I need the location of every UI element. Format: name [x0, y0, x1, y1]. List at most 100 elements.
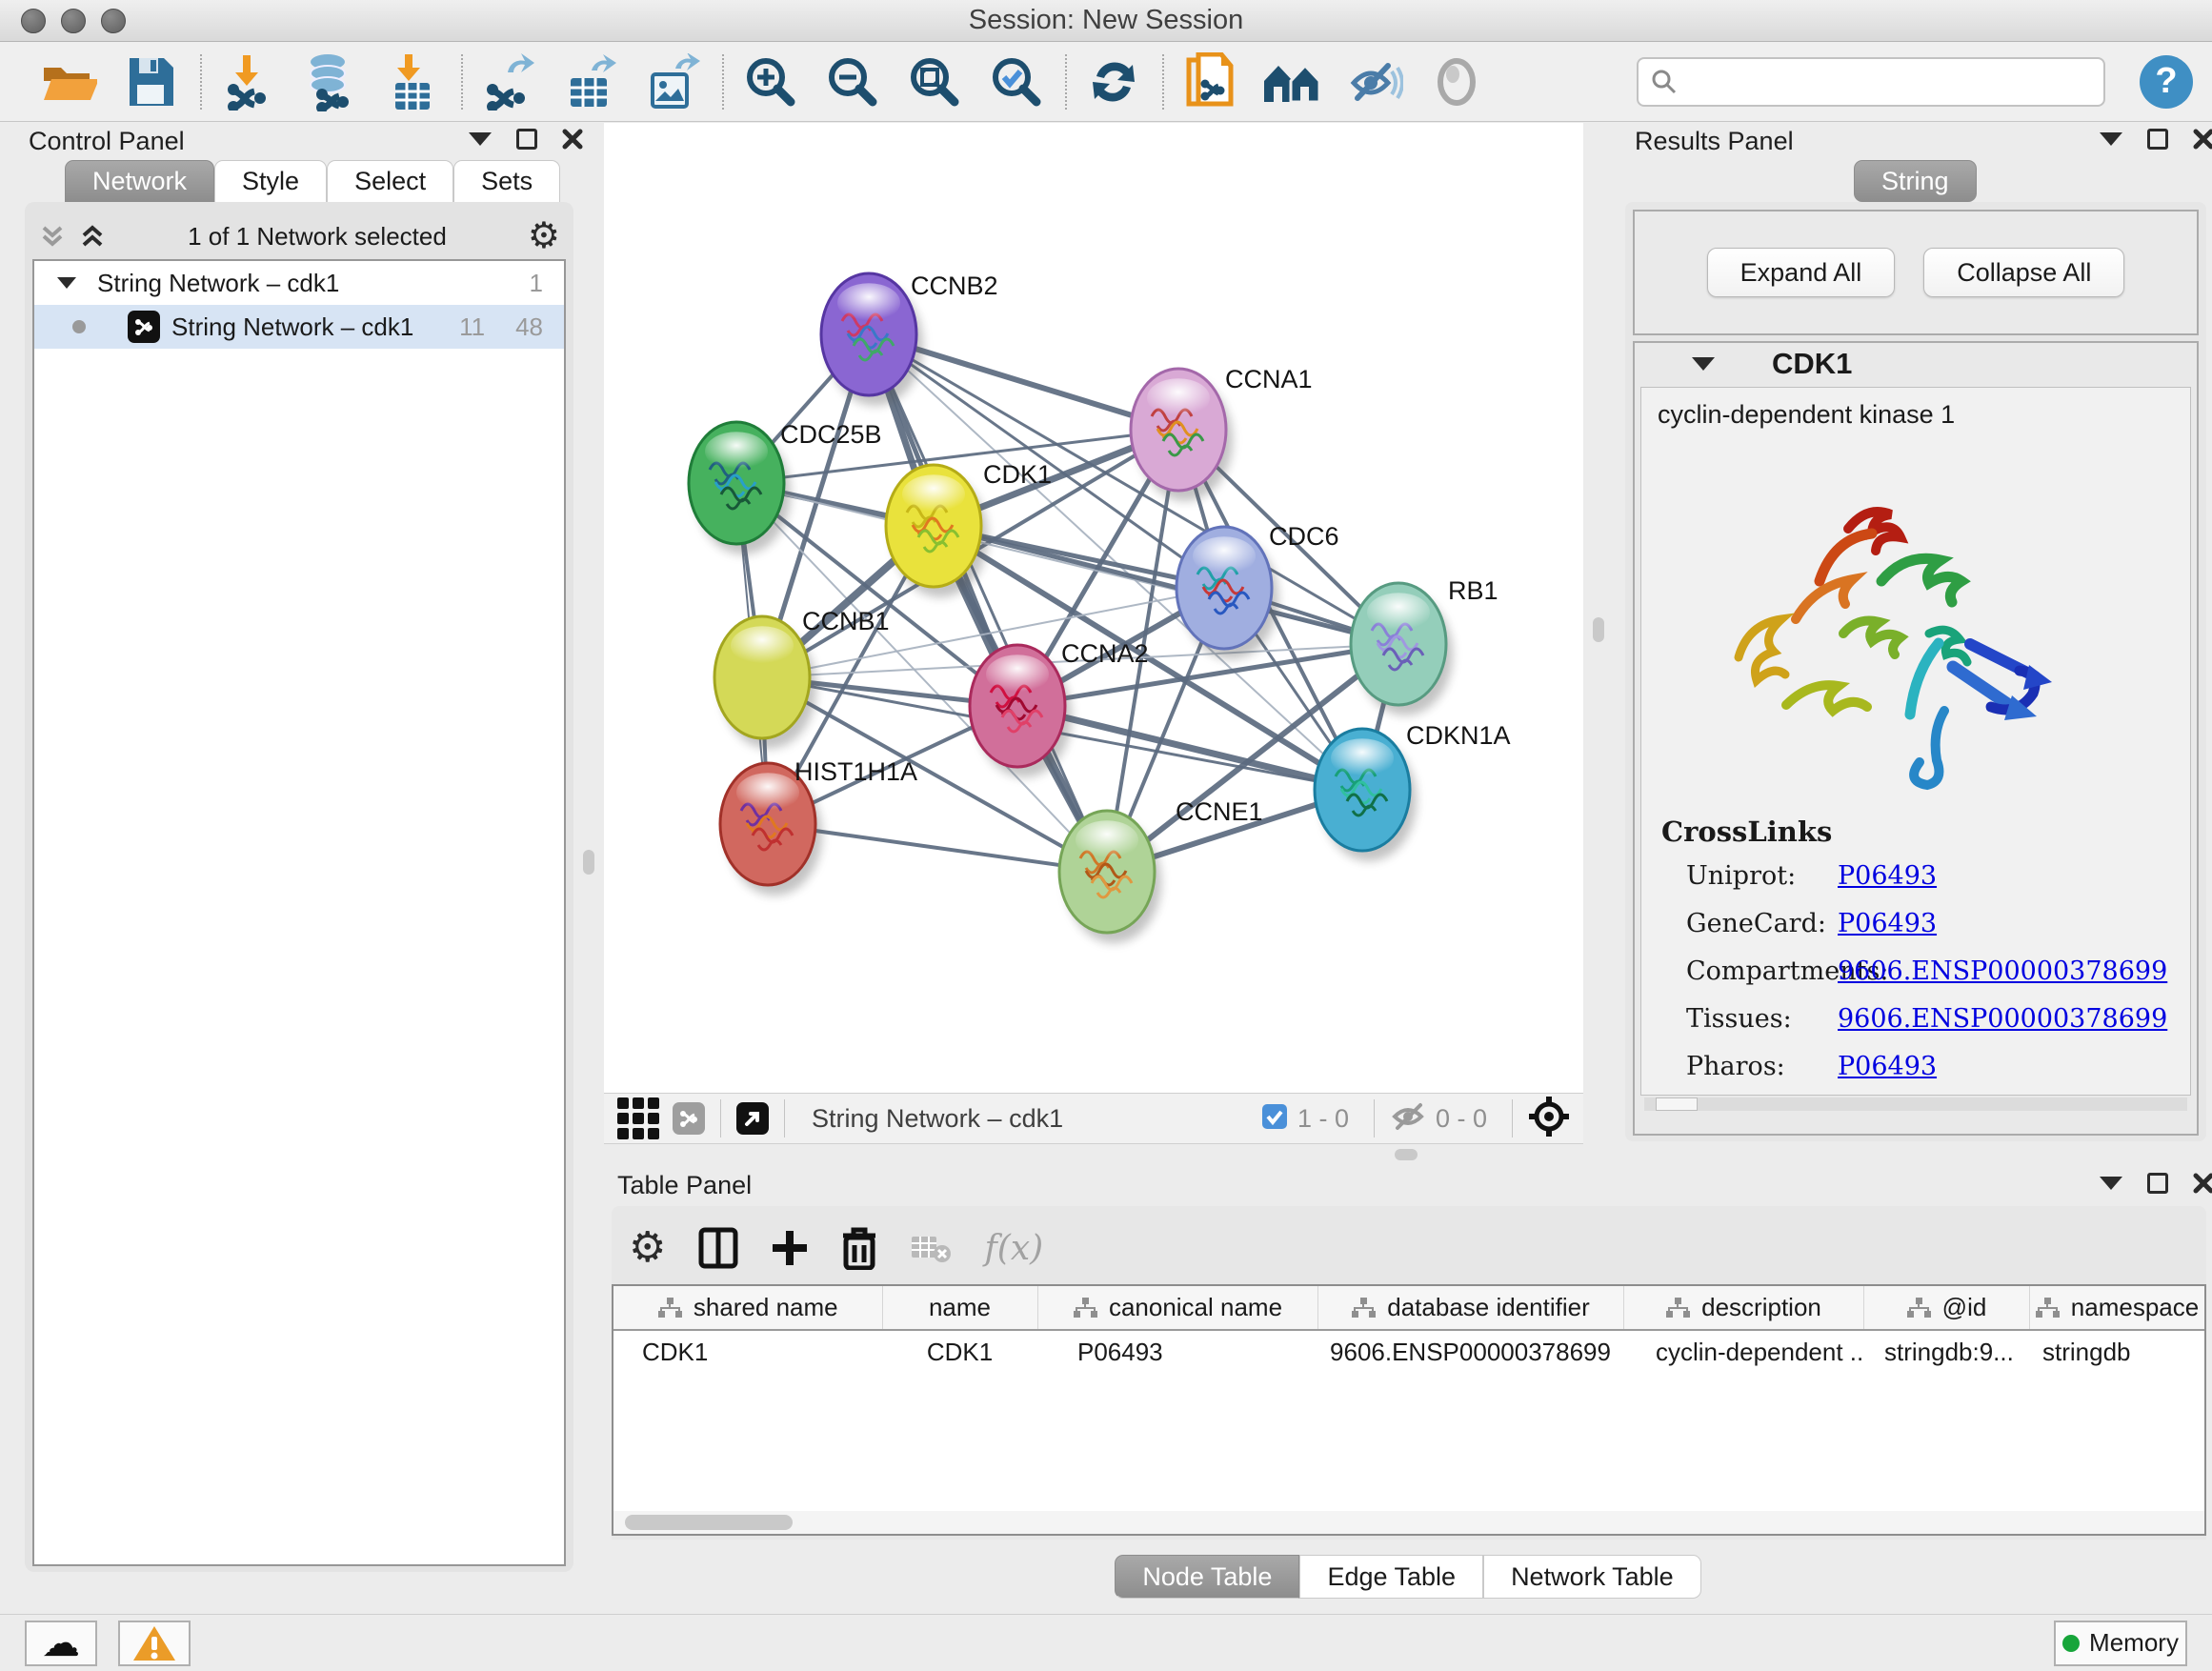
control-panel-menu-icon[interactable]	[469, 132, 492, 146]
toolbar-separator	[200, 54, 202, 110]
network-label: String Network – cdk1	[171, 312, 413, 342]
show-all-icon[interactable]	[1425, 50, 1488, 113]
cloud-status-button[interactable]: ☁	[25, 1621, 97, 1666]
control-panel-close-icon[interactable]	[562, 129, 583, 150]
network-canvas[interactable]: CCNB2CCNA1CDC25BCDK1CDC6RB1CCNB1CCNA2CDK…	[604, 123, 1583, 1093]
import-network-from-database-icon[interactable]	[299, 50, 362, 113]
thumbnail-grid-icon[interactable]	[617, 1097, 659, 1139]
collection-expand-icon[interactable]	[57, 277, 76, 289]
open-in-string-icon[interactable]	[1179, 50, 1242, 113]
column-header-shared-name[interactable]: shared name	[613, 1286, 882, 1330]
results-scrollbar[interactable]	[1644, 1097, 2187, 1111]
column-header-description[interactable]: description	[1623, 1286, 1863, 1330]
delete-column-icon[interactable]	[841, 1226, 877, 1270]
close-window-button[interactable]	[21, 9, 46, 33]
crosslink-link[interactable]: P06493	[1838, 1052, 1937, 1081]
open-session-icon[interactable]	[38, 50, 101, 113]
help-button[interactable]: ?	[2140, 55, 2193, 109]
table-horizontal-scrollbar[interactable]	[613, 1511, 2204, 1534]
crosslink-link[interactable]: 9606.ENSP00000378699	[1838, 1004, 2167, 1034]
expand-all-icon[interactable]	[78, 224, 107, 249]
gene-header[interactable]: CDK1	[1633, 341, 2199, 387]
search-input[interactable]	[1679, 67, 2079, 96]
collapse-all-icon[interactable]	[38, 224, 67, 249]
column-header-canonical-name[interactable]: canonical name	[1037, 1286, 1317, 1330]
minimize-window-button[interactable]	[61, 9, 86, 33]
tab-sets[interactable]: Sets	[453, 160, 560, 202]
node-table[interactable]: shared namenamecanonical namedatabase id…	[612, 1284, 2206, 1536]
tab-edge-table[interactable]: Edge Table	[1299, 1555, 1483, 1599]
tab-string[interactable]: String	[1854, 160, 1977, 202]
hidden-eye-icon[interactable]	[1390, 1101, 1426, 1137]
column-header-namespace[interactable]: namespace	[2029, 1286, 2204, 1330]
column-header--id[interactable]: @id	[1863, 1286, 2029, 1330]
crosslink-link[interactable]: 9606.ENSP00000378699	[1838, 956, 2167, 986]
refresh-icon[interactable]	[1082, 50, 1145, 113]
add-column-icon[interactable]	[771, 1229, 809, 1267]
network-options-gear-icon[interactable]: ⚙	[528, 218, 560, 254]
export-table-icon[interactable]	[560, 50, 623, 113]
node-label-CCNA2: CCNA2	[1061, 639, 1149, 668]
zoom-in-icon[interactable]	[739, 50, 802, 113]
results-panel-menu-icon[interactable]	[2100, 132, 2122, 146]
node-CCNA1[interactable]: CCNA1	[1131, 365, 1313, 501]
selected-checkbox-icon[interactable]	[1261, 1103, 1288, 1135]
table-options-gear-icon[interactable]: ⚙	[629, 1227, 666, 1269]
tab-style[interactable]: Style	[214, 160, 327, 202]
network-collection-row[interactable]: String Network – cdk1 1	[34, 261, 564, 305]
hide-selected-icon[interactable]	[1343, 50, 1406, 113]
search-field[interactable]	[1637, 57, 2105, 107]
table-panel-close-icon[interactable]	[2193, 1173, 2212, 1194]
node-CDKN1A[interactable]: CDKN1A	[1315, 721, 1511, 861]
function-builder-icon[interactable]: f(x)	[984, 1229, 1043, 1268]
table-row[interactable]: CDK1CDK1P064939606.ENSP00000378699cyclin…	[613, 1330, 2204, 1374]
export-network-icon[interactable]	[478, 50, 541, 113]
tab-network[interactable]: Network	[65, 160, 214, 202]
detach-view-icon[interactable]	[736, 1102, 769, 1135]
node-CCNB1[interactable]: CCNB1	[714, 607, 890, 749]
edge-CCNB2-CCNE1[interactable]	[869, 334, 1107, 872]
control-panel-float-icon[interactable]	[516, 129, 537, 150]
left-splitter-handle[interactable]	[583, 850, 594, 875]
birds-eye-view-icon[interactable]	[1528, 1096, 1570, 1142]
results-panel-float-icon[interactable]	[2147, 129, 2168, 150]
node-CDC6[interactable]: CDC6	[1176, 522, 1339, 659]
collapse-all-button[interactable]: Collapse All	[1923, 248, 2124, 297]
column-header-database-identifier[interactable]: database identifier	[1317, 1286, 1623, 1330]
zoom-selected-icon[interactable]	[985, 50, 1048, 113]
table-panel-menu-icon[interactable]	[2100, 1177, 2122, 1190]
node-CCNE1[interactable]: CCNE1	[1059, 797, 1263, 943]
save-session-icon[interactable]	[120, 50, 183, 113]
import-table-icon[interactable]	[381, 50, 444, 113]
delete-table-icon[interactable]	[910, 1231, 952, 1265]
tab-node-table[interactable]: Node Table	[1115, 1555, 1299, 1599]
node-CCNA2[interactable]: CCNA2	[970, 639, 1149, 777]
results-panel-close-icon[interactable]	[2193, 129, 2212, 150]
node-RB1[interactable]: RB1	[1351, 576, 1498, 715]
crosslink-link[interactable]: P06493	[1838, 909, 1937, 938]
zoom-fit-icon[interactable]	[903, 50, 966, 113]
expand-all-button[interactable]: Expand All	[1707, 248, 1896, 297]
tab-select[interactable]: Select	[327, 160, 453, 202]
zoom-out-icon[interactable]	[821, 50, 884, 113]
zoom-window-button[interactable]	[101, 9, 126, 33]
node-HIST1H1A[interactable]: HIST1H1A	[720, 757, 917, 896]
export-image-icon[interactable]	[642, 50, 705, 113]
node-CDK1[interactable]: CDK1	[886, 460, 1052, 597]
column-header-name[interactable]: name	[882, 1286, 1037, 1330]
warnings-button[interactable]	[118, 1621, 191, 1666]
crosslink-link[interactable]: P06493	[1838, 861, 1937, 891]
tab-network-table[interactable]: Network Table	[1483, 1555, 1701, 1599]
string-view-icon[interactable]	[673, 1102, 705, 1135]
gene-collapse-icon[interactable]	[1692, 357, 1715, 371]
network-tree: String Network – cdk1 1 String Network –…	[32, 259, 566, 1566]
show-columns-icon[interactable]	[698, 1227, 738, 1269]
import-network-icon[interactable]	[217, 50, 280, 113]
network-row[interactable]: String Network – cdk1 11 48	[34, 305, 564, 349]
memory-button[interactable]: Memory	[2054, 1621, 2187, 1666]
right-splitter-handle[interactable]	[1593, 617, 1604, 642]
first-neighbors-icon[interactable]	[1261, 50, 1324, 113]
node-CCNB2[interactable]: CCNB2	[821, 272, 998, 406]
bottom-splitter-handle[interactable]	[1395, 1149, 1418, 1160]
table-panel-float-icon[interactable]	[2147, 1173, 2168, 1194]
